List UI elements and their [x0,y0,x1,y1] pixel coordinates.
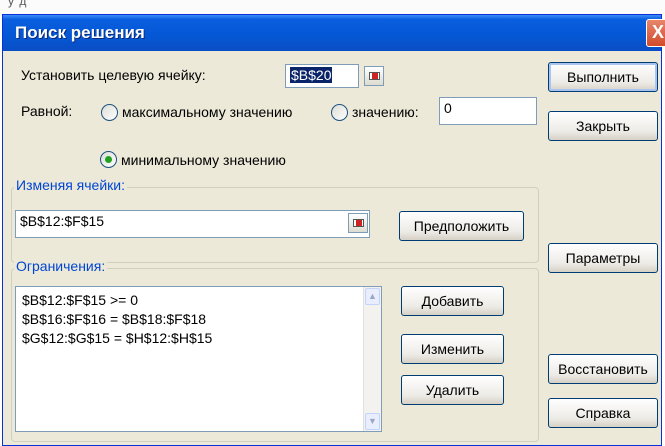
equal-to-label: Равной: [21,103,73,119]
target-cell-collapse-icon[interactable] [364,66,384,86]
target-cell-value: $B$20 [290,67,333,83]
constraints-scrollbar[interactable]: ▲ ▼ [363,287,381,431]
constraint-item[interactable]: $B$16:$F$16 = $B$18:$F$18 [22,311,206,327]
constraints-list[interactable]: $B$12:$F$15 >= 0 $B$16:$F$16 = $B$18:$F$… [15,286,382,432]
radio-value-of-label[interactable]: значению: [352,104,419,120]
change-constraint-button[interactable]: Изменить [401,334,504,364]
title-bar[interactable]: Поиск решения [3,15,661,51]
scroll-down-icon[interactable]: ▼ [365,413,380,430]
value-of-value: 0 [444,100,452,116]
radio-min-label[interactable]: минимальному значению [121,152,286,168]
radio-max-label[interactable]: максимальному значению [122,104,292,120]
add-constraint-button[interactable]: Добавить [401,286,504,316]
scroll-up-icon[interactable]: ▲ [365,288,380,305]
constraint-item[interactable]: $G$12:$G$15 = $H$12:$H$15 [22,330,212,346]
page-top-strip: у д [0,0,665,14]
changing-cells-value: $B$12:$F$15 [20,213,105,229]
changing-cells-input[interactable]: $B$12:$F$15 [15,210,370,238]
radio-min-value[interactable] [100,151,117,168]
close-button[interactable]: Закрыть [548,111,658,141]
value-of-input[interactable]: 0 [439,97,537,125]
run-button[interactable]: Выполнить [548,62,658,92]
changing-cells-collapse-icon[interactable] [348,213,368,233]
constraints-label: Ограничения: [14,258,108,274]
target-cell-label: Установить целевую ячейку: [21,67,206,83]
options-button[interactable]: Параметры [548,243,658,273]
close-window-button[interactable]: X [646,19,665,47]
solver-dialog: Поиск решения X Установить целевую ячейк… [2,14,665,446]
target-cell-input[interactable]: $B$20 [285,64,359,88]
window-title: Поиск решения [15,23,145,42]
restore-button[interactable]: Восстановить [548,354,658,384]
radio-selected-dot-icon [105,156,112,163]
delete-constraint-button[interactable]: Удалить [401,375,504,405]
changing-cells-label: Изменяя ячейки: [14,177,127,193]
page-text-fragment: у д [8,0,28,8]
constraint-item[interactable]: $B$12:$F$15 >= 0 [22,292,138,308]
radio-max-value[interactable] [101,104,118,121]
guess-button[interactable]: Предположить [399,211,524,241]
radio-value-of[interactable] [331,104,348,121]
help-button[interactable]: Справка [548,398,658,428]
